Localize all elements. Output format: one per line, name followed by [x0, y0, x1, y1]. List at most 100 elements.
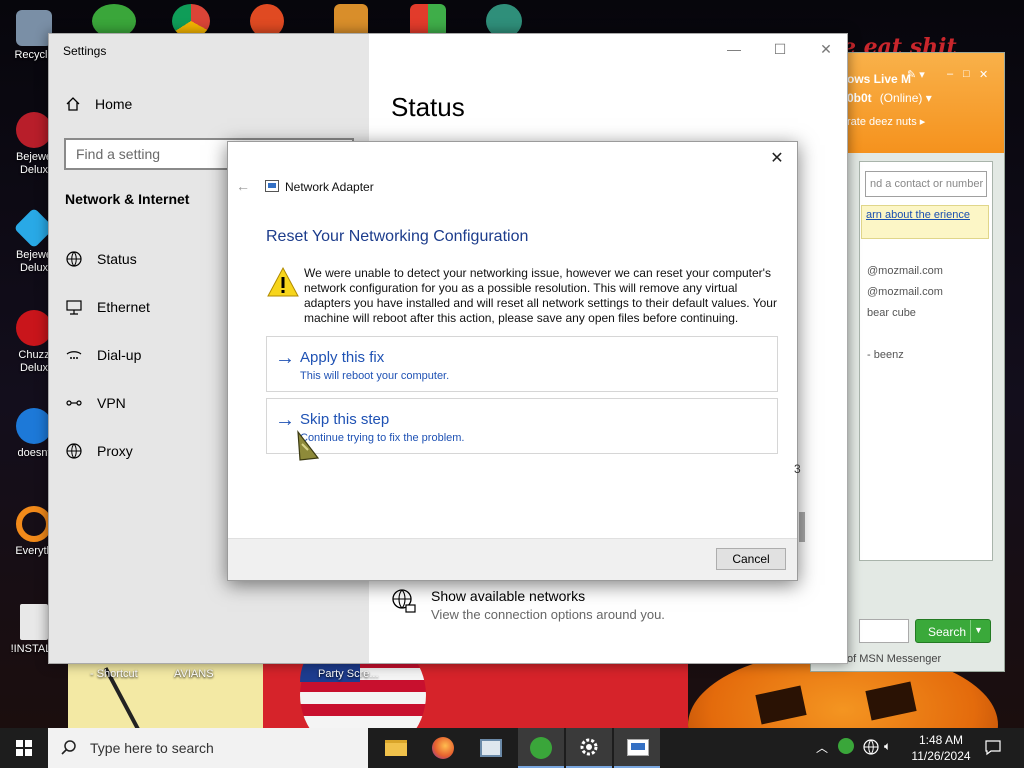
window-title: Settings [63, 44, 107, 58]
skip-this-step-option[interactable]: → Skip this step Continue trying to fix … [266, 398, 778, 454]
msn-footer: of MSN Messenger [847, 653, 942, 665]
globe-icon [66, 443, 82, 459]
msn-contact-item[interactable]: @mozmail.com [867, 286, 943, 298]
bejeweled-icon [16, 112, 52, 148]
windows-logo-icon [16, 740, 32, 756]
nav-item-label: Proxy [97, 443, 133, 459]
nav-item-proxy[interactable]: Proxy [65, 442, 133, 460]
maximize-icon[interactable]: □ [963, 68, 970, 80]
dial-up-icon [66, 351, 82, 359]
start-button[interactable] [0, 728, 48, 768]
show-available-networks-link[interactable]: Show available networks View the connect… [391, 588, 665, 622]
chuzzle-icon [16, 310, 52, 346]
network-globe-icon [392, 589, 416, 613]
option-title: Skip this step [300, 411, 390, 428]
apply-this-fix-option[interactable]: → Apply this fix This will reboot your c… [266, 336, 778, 392]
cancel-button[interactable]: Cancel [716, 548, 786, 570]
taskbar-clock[interactable]: 1:48 AM 11/26/2024 [904, 732, 978, 764]
taskbar-search-placeholder: Type here to search [90, 740, 214, 756]
msn-info-banner-link[interactable]: arn about the erience [861, 205, 989, 239]
msn-contact-item[interactable]: bear cube [867, 307, 916, 319]
msn-search-button[interactable]: Search ▼ [915, 619, 991, 643]
desktop-icon-label[interactable]: - Shortcut [90, 668, 138, 680]
clock-time: 1:48 AM [918, 733, 964, 747]
desktop-icon-label: Bejewe Delux [15, 151, 53, 176]
gear-icon [580, 738, 598, 756]
msn-bottom-input[interactable] [859, 619, 909, 643]
troubleshooter-taskbar-button[interactable] [614, 728, 660, 768]
available-networks-subtitle: View the connection options around you. [431, 607, 665, 622]
app-taskbar-button[interactable] [468, 728, 514, 768]
chevron-up-icon[interactable]: ︿ [816, 739, 828, 768]
nav-item-label: Dial-up [97, 347, 142, 363]
nav-item-label: Status [97, 251, 137, 267]
app-icon [16, 408, 52, 444]
network-globe-icon[interactable] [862, 738, 880, 768]
msn-nickname-text: 0b0t [847, 91, 872, 105]
close-button[interactable]: ✕ [803, 38, 849, 62]
msn-taskbar-button[interactable] [518, 728, 564, 768]
option-subtitle: This will reboot your computer. [300, 370, 450, 382]
msn-nickname[interactable]: 0b0t (Online) ▾ [847, 91, 932, 105]
search-icon [16, 506, 52, 542]
desktop-icon-label[interactable]: Party Scre... [318, 668, 379, 680]
network-adapter-dialog: ✕ ← Network Adapter Reset Your Networkin… [227, 141, 798, 581]
desktop-icon-label[interactable]: AVIANS [174, 668, 214, 680]
dialog-footer: Cancel [228, 538, 797, 580]
close-button[interactable]: ✕ [765, 148, 789, 170]
dialog-message: We were unable to detect your networking… [304, 266, 777, 325]
dialog-heading: Reset Your Networking Configuration [266, 228, 529, 245]
taskbar: Type here to search ︿ 🔈︎ 1:48 AM 11/26/2… [0, 728, 1024, 768]
close-icon[interactable]: ✕ [979, 68, 988, 81]
msn-personal-message-text: rate deez nuts [847, 116, 917, 128]
custom-cursor-icon [297, 430, 320, 461]
minimize-icon[interactable]: – [947, 68, 953, 80]
taskbar-search-box[interactable]: Type here to search [48, 728, 368, 768]
msn-contact-count: 3 [794, 462, 801, 476]
volume-icon[interactable]: 🔈︎ [884, 739, 891, 768]
settings-taskbar-button[interactable] [566, 728, 612, 768]
search-icon [61, 740, 76, 755]
maximize-button[interactable]: ☐ [757, 38, 803, 62]
firefox-taskbar-button[interactable] [420, 728, 466, 768]
option-title: Apply this fix [300, 349, 385, 366]
document-icon [20, 604, 48, 640]
desktop-icon-label: Bejewe Delux [15, 249, 53, 274]
ethernet-icon [66, 300, 82, 315]
msn-search-button-label: Search [928, 625, 967, 639]
vpn-icon [66, 400, 82, 406]
msn-status[interactable]: (Online) [880, 91, 923, 105]
recycle-bin-icon [16, 10, 52, 46]
arrow-right-icon: → [275, 347, 295, 369]
warning-icon [267, 266, 299, 297]
nav-item-status[interactable]: Status [65, 250, 137, 268]
scrollbar-thumb[interactable] [799, 512, 805, 542]
msn-contact-item[interactable]: @mozmail.com [867, 265, 943, 277]
nav-item-vpn[interactable]: VPN [65, 394, 126, 412]
msn-personal-message[interactable]: rate deez nuts ▸ [847, 115, 925, 128]
nav-item-ethernet[interactable]: Ethernet [65, 298, 150, 316]
notification-icon[interactable] [984, 738, 1002, 768]
msn-search-input[interactable]: nd a contact or number [865, 171, 987, 197]
nav-item-dial-up[interactable]: Dial-up [65, 346, 141, 364]
nav-item-label: Ethernet [97, 299, 150, 315]
network-adapter-icon [627, 739, 649, 756]
firefox-icon [432, 737, 454, 759]
file-explorer-taskbar-button[interactable] [372, 728, 418, 768]
desktop-icon-label: Chuzz Delux [18, 349, 50, 374]
home-label: Home [95, 96, 133, 112]
back-arrow-icon[interactable]: ← [236, 178, 250, 194]
chevron-down-icon[interactable]: ▼ [970, 620, 986, 642]
folder-icon [385, 740, 407, 756]
globe-icon [66, 251, 82, 267]
msn-menu-icon[interactable]: ✎ ▾ [907, 68, 925, 81]
msn-contact-item[interactable]: - beenz [867, 349, 904, 361]
home-icon [66, 97, 80, 111]
option-subtitle: Continue trying to fix the problem. [300, 432, 465, 444]
home-nav-item[interactable]: Home [65, 96, 132, 112]
minimize-button[interactable]: — [711, 38, 757, 62]
msn-buddy-icon [530, 737, 552, 759]
msn-tray-icon[interactable] [838, 738, 854, 768]
desktop-icon-label: doesnt [17, 447, 51, 459]
nav-item-label: VPN [97, 395, 126, 411]
